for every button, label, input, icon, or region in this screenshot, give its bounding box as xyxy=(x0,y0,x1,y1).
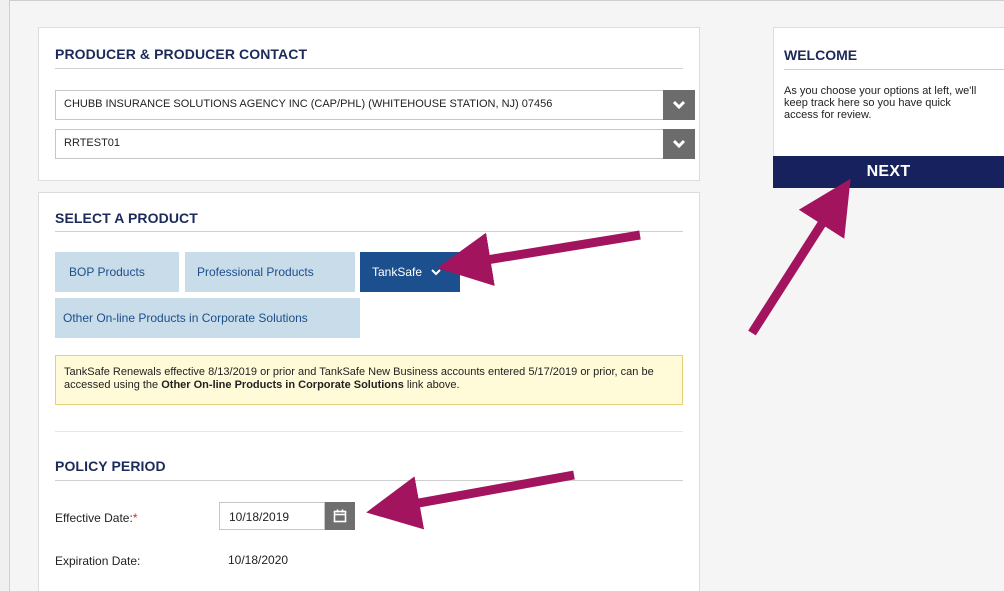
agency-select[interactable]: CHUBB INSURANCE SOLUTIONS AGENCY INC (CA… xyxy=(55,90,665,120)
chevron-down-icon xyxy=(672,100,686,110)
section-divider xyxy=(55,431,683,432)
tab-label: Other On-line Products in Corporate Solu… xyxy=(63,311,308,325)
tab-label: Professional Products xyxy=(197,265,314,279)
tanksafe-notice: TankSafe Renewals effective 8/13/2019 or… xyxy=(55,355,683,405)
calendar-icon xyxy=(333,509,347,523)
tab-professional-products[interactable]: Professional Products xyxy=(185,252,355,292)
tab-bop-products[interactable]: BOP Products xyxy=(55,252,179,292)
tab-label: TankSafe xyxy=(372,265,423,279)
effective-date-input[interactable]: 10/18/2019 xyxy=(219,502,325,530)
policy-period-title: POLICY PERIOD xyxy=(55,458,166,474)
tab-tanksafe[interactable]: TankSafe xyxy=(360,252,460,292)
product-panel: SELECT A PRODUCT BOP Products Profession… xyxy=(38,192,700,591)
tab-label: BOP Products xyxy=(69,265,145,279)
contact-select-value: RRTEST01 xyxy=(64,137,121,149)
expiration-date-value: 10/18/2020 xyxy=(228,553,289,567)
agency-select-value: CHUBB INSURANCE SOLUTIONS AGENCY INC (CA… xyxy=(64,98,553,110)
divider xyxy=(784,69,1004,70)
agency-select-toggle[interactable] xyxy=(663,90,695,120)
producer-title: PRODUCER & PRODUCER CONTACT xyxy=(55,46,308,62)
notice-link[interactable]: Other On-line Products in Corporate Solu… xyxy=(161,379,404,391)
product-title: SELECT A PRODUCT xyxy=(55,210,198,226)
chevron-down-icon xyxy=(672,139,686,149)
effective-date-label-text: Effective Date: xyxy=(55,511,133,525)
chevron-down-icon xyxy=(431,269,441,276)
welcome-panel: WELCOME As you choose your options at le… xyxy=(773,27,1004,159)
divider xyxy=(55,231,683,232)
expiration-date-label: Expiration Date: xyxy=(55,554,141,568)
effective-date-value: 10/18/2019 xyxy=(229,510,290,524)
divider xyxy=(55,480,683,481)
producer-panel: PRODUCER & PRODUCER CONTACT CHUBB INSURA… xyxy=(38,27,700,181)
welcome-text: As you choose your options at left, we'l… xyxy=(784,85,977,121)
calendar-button[interactable] xyxy=(325,502,355,530)
contact-select[interactable]: RRTEST01 xyxy=(55,129,665,159)
notice-text-end: link above. xyxy=(403,379,460,391)
effective-date-label: Effective Date:* xyxy=(55,511,138,525)
welcome-title: WELCOME xyxy=(784,47,858,63)
required-mark: * xyxy=(132,511,138,525)
tab-other-online-products[interactable]: Other On-line Products in Corporate Solu… xyxy=(55,298,360,338)
divider xyxy=(55,68,683,69)
next-button[interactable]: NEXT xyxy=(773,156,1004,188)
contact-select-toggle[interactable] xyxy=(663,129,695,159)
